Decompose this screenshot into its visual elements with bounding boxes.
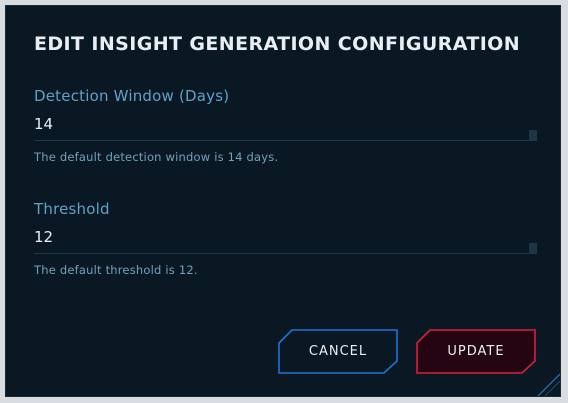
detection-window-resize-handle[interactable]: [529, 130, 537, 140]
edit-config-dialog: EDIT INSIGHT GENERATION CONFIGURATION De…: [5, 5, 561, 397]
cancel-button[interactable]: CANCEL: [278, 329, 398, 374]
threshold-input-wrapper: [34, 227, 537, 254]
detection-window-input[interactable]: [34, 114, 514, 134]
threshold-field: Threshold The default threshold is 12.: [34, 200, 537, 277]
detection-window-hint: The default detection window is 14 days.: [34, 150, 279, 164]
detection-window-label: Detection Window (Days): [34, 87, 230, 105]
detection-window-input-wrapper: [34, 114, 537, 141]
update-button-label: UPDATE: [447, 344, 505, 359]
dialog-title: EDIT INSIGHT GENERATION CONFIGURATION: [34, 33, 521, 55]
threshold-input[interactable]: [34, 227, 514, 247]
detection-window-field: Detection Window (Days) The default dete…: [34, 87, 537, 164]
threshold-hint: The default threshold is 12.: [34, 263, 198, 277]
threshold-label: Threshold: [34, 200, 110, 218]
corner-accent: [537, 373, 560, 396]
update-button[interactable]: UPDATE: [416, 329, 536, 374]
cancel-button-label: CANCEL: [308, 344, 368, 359]
threshold-resize-handle[interactable]: [529, 243, 537, 253]
